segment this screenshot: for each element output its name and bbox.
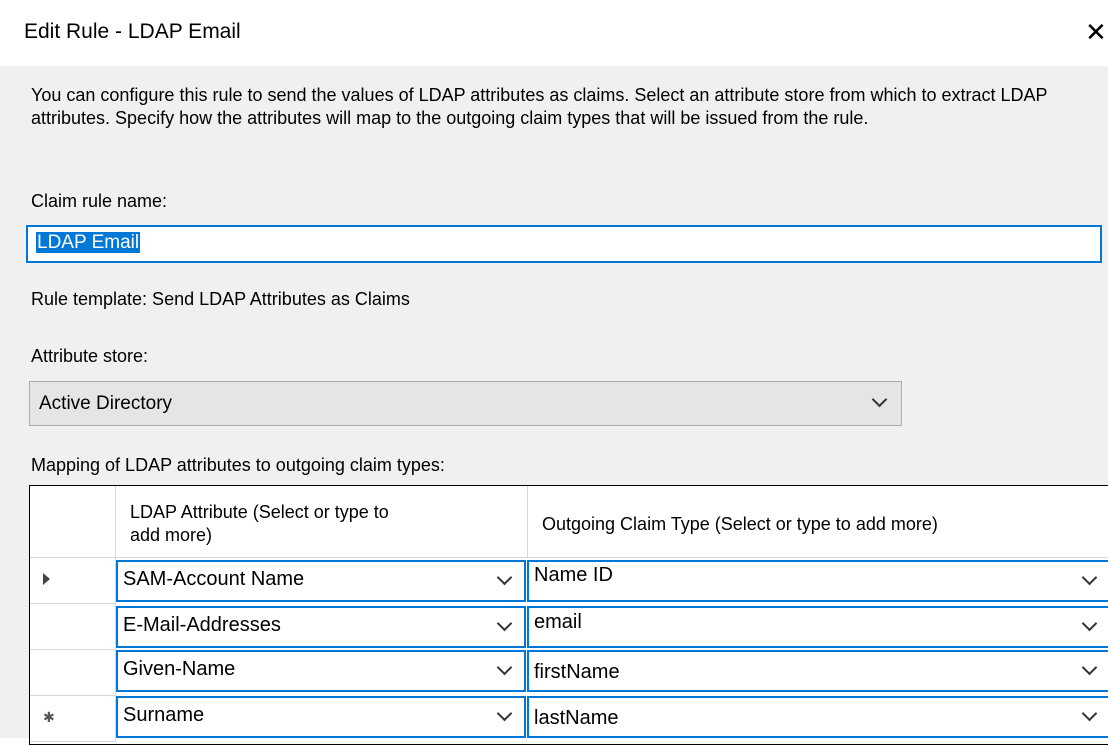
outgoing-claim-combo[interactable]: Name ID bbox=[527, 560, 1108, 602]
rule-template-text: Rule template: Send LDAP Attributes as C… bbox=[31, 289, 410, 309]
ldap-attribute-combo[interactable]: SAM-Account Name bbox=[116, 560, 526, 602]
ldap-attribute-value: Given-Name bbox=[123, 658, 236, 680]
ldap-attribute-value: E-Mail-Addresses bbox=[123, 614, 281, 636]
current-row-icon bbox=[43, 573, 50, 585]
attribute-store-value: Active Directory bbox=[39, 393, 173, 414]
grid-corner-header bbox=[30, 486, 116, 558]
outgoing-claim-value: lastName bbox=[534, 707, 619, 729]
title-bar: Edit Rule - LDAP Email ✕ bbox=[0, 0, 1108, 66]
chevron-down-icon bbox=[496, 569, 513, 586]
outgoing-claim-combo[interactable]: email bbox=[527, 606, 1108, 648]
row-header[interactable] bbox=[30, 604, 116, 650]
ldap-attribute-combo[interactable]: Surname bbox=[116, 696, 526, 738]
chevron-down-icon bbox=[496, 705, 513, 722]
row-header[interactable] bbox=[30, 650, 116, 696]
outgoing-claim-header-text: Outgoing Claim Type (Select or type to a… bbox=[542, 514, 938, 534]
chevron-down-icon bbox=[1081, 569, 1098, 586]
chevron-down-icon bbox=[496, 659, 513, 676]
outgoing-claim-combo[interactable]: lastName bbox=[527, 696, 1108, 738]
outgoing-claim-value: Name ID bbox=[534, 564, 613, 586]
dialog-title: Edit Rule - LDAP Email bbox=[24, 20, 241, 43]
attribute-store-dropdown[interactable]: Active Directory bbox=[29, 381, 902, 426]
ldap-attribute-header-line2: add more) bbox=[130, 525, 213, 545]
new-row-icon: ✱ bbox=[43, 709, 55, 725]
attribute-store-label: Attribute store: bbox=[31, 346, 149, 366]
outgoing-claim-value: email bbox=[534, 611, 582, 633]
ldap-attribute-value: Surname bbox=[123, 704, 205, 726]
mapping-label: Mapping of LDAP attributes to outgoing c… bbox=[31, 455, 445, 475]
chevron-down-icon bbox=[871, 391, 888, 408]
mapping-grid: LDAP Attribute (Select or type to add mo… bbox=[29, 485, 1108, 745]
row-header[interactable] bbox=[30, 558, 116, 604]
close-icon[interactable]: ✕ bbox=[1085, 18, 1107, 48]
chevron-down-icon bbox=[1081, 659, 1098, 676]
chevron-down-icon bbox=[1081, 705, 1098, 722]
ldap-attribute-header-line1: LDAP Attribute (Select or type to bbox=[130, 502, 389, 522]
claim-rule-name-label: Claim rule name: bbox=[31, 191, 168, 211]
chevron-down-icon bbox=[496, 615, 513, 632]
ldap-attribute-column-header[interactable]: LDAP Attribute (Select or type to add mo… bbox=[116, 486, 528, 558]
outgoing-claim-value: firstName bbox=[534, 661, 620, 683]
outgoing-claim-combo[interactable]: firstName bbox=[527, 650, 1108, 692]
ldap-attribute-combo[interactable]: E-Mail-Addresses bbox=[116, 606, 526, 648]
claim-rule-name-value: LDAP Email bbox=[36, 232, 141, 253]
row-header[interactable]: ✱ bbox=[30, 696, 116, 742]
ldap-attribute-combo[interactable]: Given-Name bbox=[116, 650, 526, 692]
description-text: You can configure this rule to send the … bbox=[31, 85, 1048, 128]
claim-rule-name-input[interactable]: LDAP Email bbox=[26, 225, 1102, 263]
outgoing-claim-column-header[interactable]: Outgoing Claim Type (Select or type to a… bbox=[528, 486, 1108, 558]
ldap-attribute-value: SAM-Account Name bbox=[123, 568, 305, 590]
chevron-down-icon bbox=[1081, 615, 1098, 632]
